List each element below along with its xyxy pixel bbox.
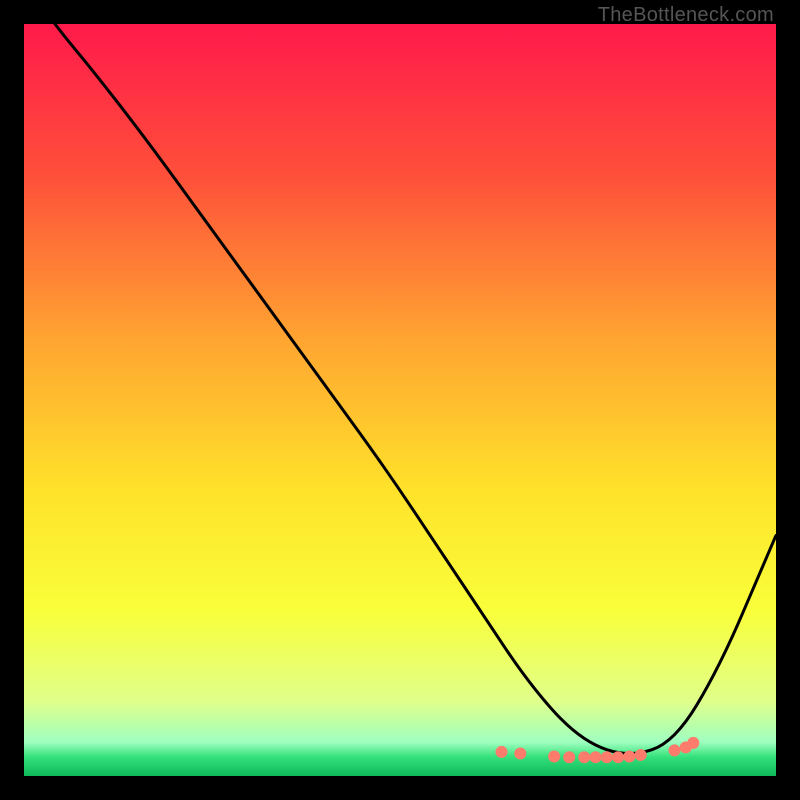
marker-dot: [563, 751, 575, 763]
marker-dot: [612, 751, 624, 763]
chart-svg: [24, 24, 776, 776]
marker-dot: [496, 746, 508, 758]
watermark-text: TheBottleneck.com: [598, 4, 774, 27]
marker-dot: [687, 737, 699, 749]
marker-dot: [668, 744, 680, 756]
marker-dot: [578, 751, 590, 763]
marker-dot: [548, 750, 560, 762]
marker-dot: [623, 750, 635, 762]
chart-frame: [24, 24, 776, 776]
marker-dot: [514, 747, 526, 759]
chart-background: [24, 24, 776, 776]
marker-dot: [590, 751, 602, 763]
marker-dot: [601, 751, 613, 763]
marker-dot: [635, 749, 647, 761]
